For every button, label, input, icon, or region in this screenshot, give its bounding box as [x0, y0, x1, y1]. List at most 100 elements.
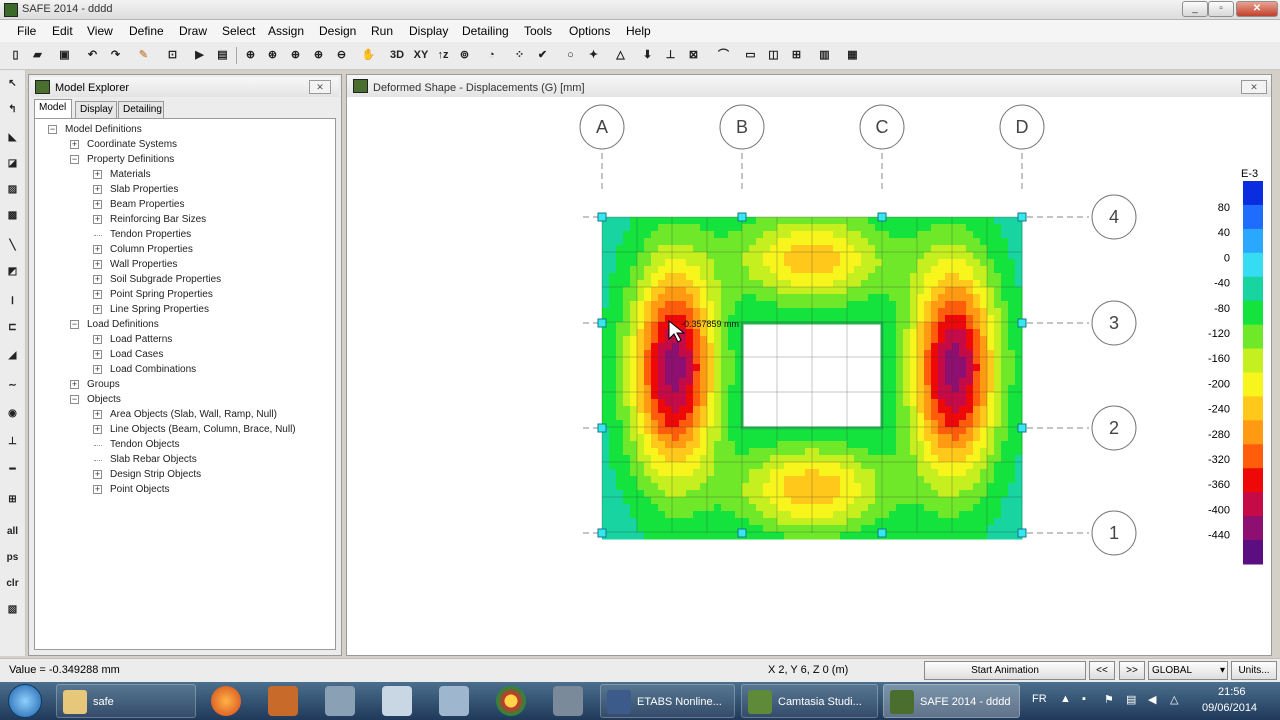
tree-expander-icon[interactable]: +	[93, 275, 102, 284]
draw-point-icon[interactable]: ◉	[3, 404, 22, 423]
tree-item[interactable]: Load Definitions	[87, 319, 159, 330]
clock-time[interactable]: 21:56	[1218, 686, 1246, 698]
menu-display[interactable]: Display	[409, 24, 448, 38]
menu-run[interactable]: Run	[371, 24, 393, 38]
close-viewport-button[interactable]: ✕	[1241, 80, 1267, 94]
menu-view[interactable]: View	[87, 24, 113, 38]
tree-item[interactable]: Wall Properties	[110, 259, 177, 270]
zoom-restore-icon[interactable]: ⊛	[263, 46, 282, 65]
task-etabs[interactable]: ETABS Nonline...	[600, 684, 735, 718]
tab-display[interactable]: Display	[75, 101, 117, 119]
clock-date[interactable]: 09/06/2014	[1202, 702, 1257, 714]
minimize-button[interactable]: _	[1182, 1, 1208, 17]
firefox-icon[interactable]	[211, 686, 241, 716]
tree-item[interactable]: Load Cases	[110, 349, 163, 360]
tree-expander-icon[interactable]: +	[93, 200, 102, 209]
volume-icon[interactable]: ◀	[1148, 693, 1156, 706]
reshape-icon[interactable]: ↰	[3, 100, 22, 119]
menu-draw[interactable]: Draw	[179, 24, 207, 38]
forces-icon[interactable]: ▭	[741, 46, 760, 65]
tray-expand-icon[interactable]: ▲	[1060, 693, 1071, 705]
draw-area-icon[interactable]: ▨	[3, 180, 22, 199]
network-icon[interactable]: ▤	[1126, 693, 1136, 706]
zoom-previous-icon[interactable]: ⊖	[332, 46, 351, 65]
zoom-out-icon[interactable]: ⊕	[309, 46, 328, 65]
tree-item[interactable]: Point Spring Properties	[110, 289, 213, 300]
tree-expander-icon[interactable]: +	[93, 470, 102, 479]
select-all-button[interactable]: all	[3, 522, 22, 541]
calculator-icon[interactable]	[382, 686, 412, 716]
down-arrow-load-icon[interactable]: ⬇	[638, 46, 657, 65]
redo-icon[interactable]: ↷	[106, 46, 125, 65]
tree-item[interactable]: Tendon Objects	[110, 439, 180, 450]
display-options-icon[interactable]: ◔	[482, 46, 501, 65]
menu-define[interactable]: Define	[129, 24, 164, 38]
chart-icon[interactable]: ▥	[815, 46, 834, 65]
tree-item[interactable]: Area Objects (Slab, Wall, Ramp, Null)	[110, 409, 277, 420]
menu-assign[interactable]: Assign	[268, 24, 304, 38]
draw-tendon-icon[interactable]: ∼	[3, 376, 22, 395]
draw-wall-icon[interactable]: ▩	[3, 206, 22, 225]
zoom-window-icon[interactable]: ⊕	[241, 46, 260, 65]
save-icon[interactable]: ▣	[55, 46, 74, 65]
triangle-icon[interactable]: △	[611, 46, 630, 65]
run-design-icon[interactable]: ▤	[213, 46, 232, 65]
tree-item[interactable]: Tendon Properties	[110, 229, 191, 240]
undo-icon[interactable]: ↶	[83, 46, 102, 65]
ship-app-icon[interactable]	[325, 686, 355, 716]
support-icon[interactable]: ⊥	[661, 46, 680, 65]
tables-icon[interactable]: ▦	[843, 46, 862, 65]
tree-item[interactable]: Load Patterns	[110, 334, 172, 345]
tree-item[interactable]: Design Strip Objects	[110, 469, 201, 480]
tree-item[interactable]: Slab Properties	[110, 184, 178, 195]
draw-brace-icon[interactable]: ⊏	[3, 318, 22, 337]
new-file-icon[interactable]: ▯	[6, 46, 25, 65]
check-icon[interactable]: ✔	[533, 46, 552, 65]
menu-tools[interactable]: Tools	[524, 24, 552, 38]
menu-edit[interactable]: Edit	[52, 24, 73, 38]
tree-expander-icon[interactable]: +	[93, 245, 102, 254]
draw-rectangle-icon[interactable]: ◪	[3, 154, 22, 173]
tree-item[interactable]: Line Objects (Beam, Column, Brace, Null)	[110, 424, 296, 435]
menu-design[interactable]: Design	[319, 24, 356, 38]
tree-expander-icon[interactable]: −	[70, 155, 79, 164]
select-all-icon[interactable]: ⁘	[510, 46, 529, 65]
tree-expander-icon[interactable]: +	[93, 410, 102, 419]
tree-item[interactable]: Property Definitions	[87, 154, 174, 165]
tree-expander-icon[interactable]: −	[70, 395, 79, 404]
tree-expander-icon[interactable]: −	[48, 125, 57, 134]
tree-expander-icon[interactable]: +	[93, 350, 102, 359]
view-xz-button[interactable]: ↑z	[432, 46, 454, 65]
start-animation-button[interactable]: Start Animation	[924, 661, 1086, 680]
view-xy-button[interactable]: XY	[410, 46, 432, 65]
draw-column-icon[interactable]: Ⅰ	[3, 292, 22, 311]
tree-expander-icon[interactable]: −	[70, 320, 79, 329]
tree-item[interactable]: Reinforcing Bar Sizes	[110, 214, 206, 225]
tree-item[interactable]: Soil Subgrade Properties	[110, 274, 221, 285]
tree-expander-icon[interactable]: +	[93, 335, 102, 344]
tree-item[interactable]: Point Objects	[110, 484, 169, 495]
menu-help[interactable]: Help	[626, 24, 651, 38]
tree-expander-icon[interactable]: +	[93, 215, 102, 224]
language-indicator[interactable]: FR	[1032, 693, 1047, 705]
tree-item[interactable]: Beam Properties	[110, 199, 184, 210]
next-step-button[interactable]: >>	[1119, 661, 1145, 680]
draw-ramp-icon[interactable]: ◢	[3, 346, 22, 365]
chrome-icon[interactable]	[496, 686, 526, 716]
intersecting-line-icon[interactable]: ▧	[3, 600, 22, 619]
tree-expander-icon[interactable]: +	[93, 425, 102, 434]
maximize-button[interactable]: ▫	[1208, 1, 1234, 17]
coordinate-system-select[interactable]: GLOBAL ▾	[1148, 661, 1228, 680]
task-safe-2014[interactable]: SAFE 2014 - dddd	[883, 684, 1020, 718]
stress-icon[interactable]: ◫	[764, 46, 783, 65]
menu-file[interactable]: File	[17, 24, 36, 38]
draw-beam-icon[interactable]: ◩	[3, 262, 22, 281]
previous-selection-button[interactable]: ps	[3, 548, 22, 567]
draw-line-icon[interactable]: ╲	[3, 236, 22, 255]
rotate-view-icon[interactable]: ⊚	[455, 46, 474, 65]
previous-step-button[interactable]: <<	[1089, 661, 1115, 680]
close-explorer-button[interactable]: ✕	[309, 80, 331, 94]
tree-item[interactable]: Load Combinations	[110, 364, 196, 375]
tree-expander-icon[interactable]: +	[93, 485, 102, 494]
pin-tool-icon[interactable]: ✦	[584, 46, 603, 65]
